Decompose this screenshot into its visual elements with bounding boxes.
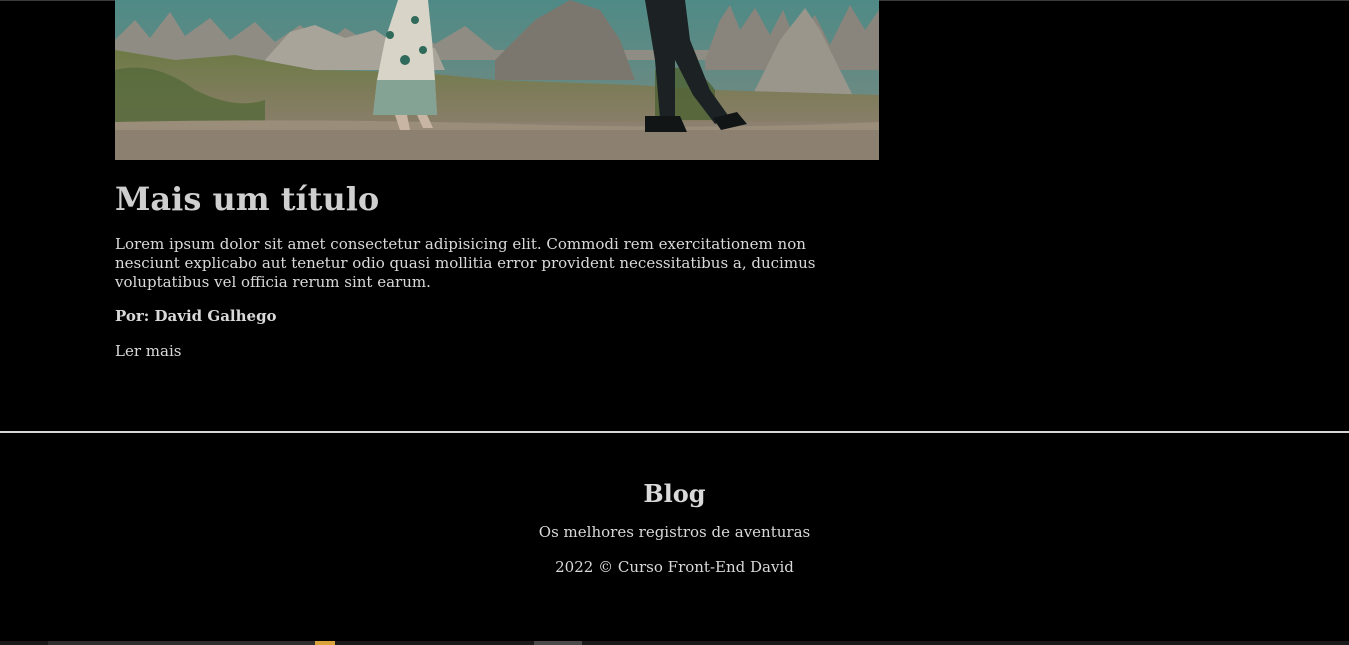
blog-post: Mais um título Lorem ipsum dolor sit ame…	[115, 0, 879, 361]
taskbar-app-icon[interactable]	[315, 641, 335, 645]
taskbar-segment[interactable]	[534, 641, 582, 645]
post-author: Por: David Galhego	[115, 307, 277, 325]
taskbar-strip	[0, 641, 1349, 645]
post-image	[115, 0, 879, 160]
footer-copyright: 2022 © Curso Front-End David	[555, 558, 794, 576]
footer-tagline: Os melhores registros de aventuras	[538, 523, 811, 541]
footer-title: Blog	[643, 479, 706, 508]
site-footer: Blog Os melhores registros de aventuras …	[0, 476, 1349, 577]
taskbar-segment[interactable]	[48, 641, 315, 645]
post-title: Mais um título	[115, 180, 380, 218]
read-more-link[interactable]: Ler mais	[115, 342, 181, 361]
post-body: Lorem ipsum dolor sit amet consectetur a…	[115, 235, 816, 291]
footer-divider	[0, 431, 1349, 433]
